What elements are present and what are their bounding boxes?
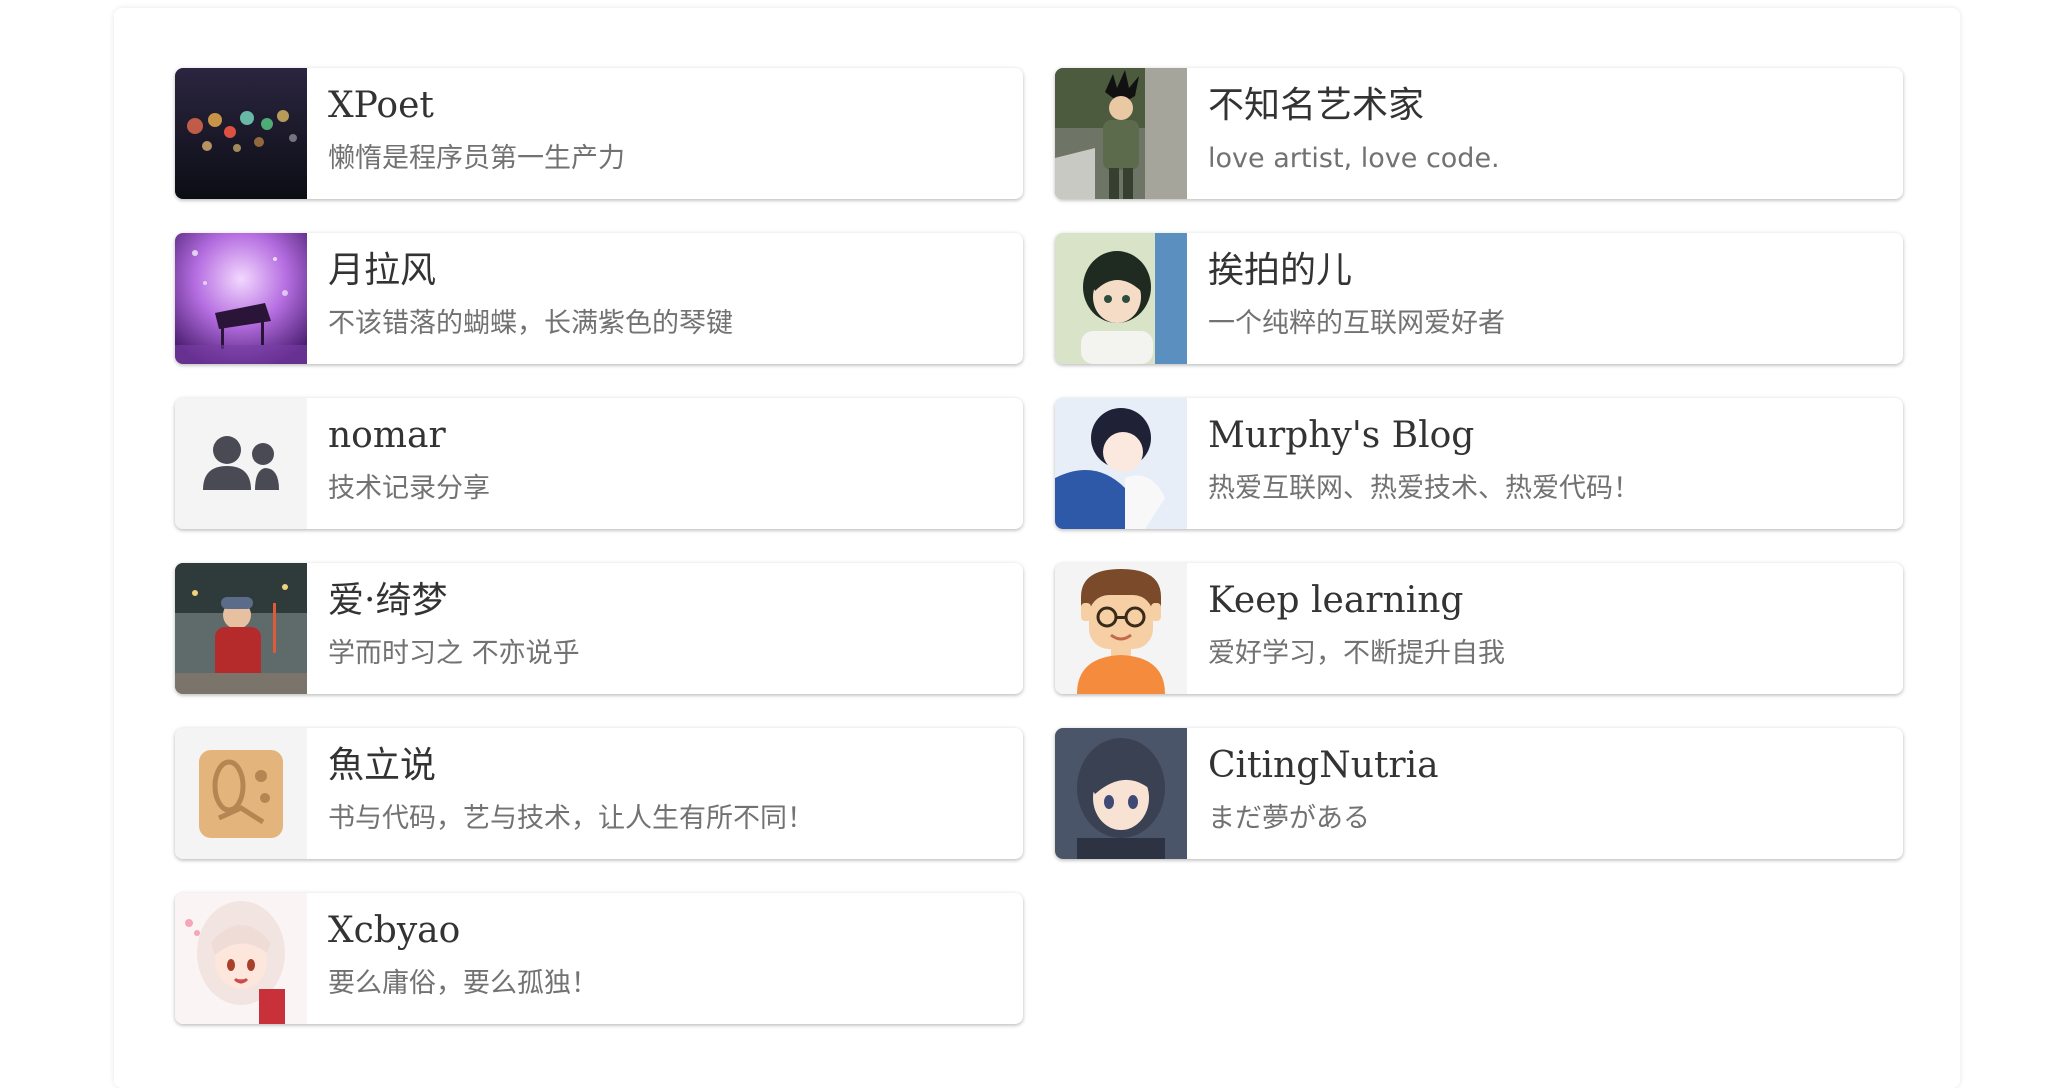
friend-description: 学而时习之 不亦说乎	[328, 638, 580, 669]
friend-link-card[interactable]: Murphy's Blog 热爱互联网、热爱技术、热爱代码！	[1055, 398, 1903, 529]
friend-description: 爱好学习，不断提升自我	[1208, 638, 1505, 669]
friend-link-card[interactable]: 魚立说 书与代码，艺与技术，让人生有所不同！	[175, 728, 1023, 859]
friend-description: 一个纯粹的互联网爱好者	[1208, 308, 1505, 339]
friend-description: 热爱互联网、热爱技术、热爱代码！	[1208, 473, 1640, 504]
anime-girl-avatar	[1055, 728, 1187, 859]
users-icon	[175, 398, 307, 529]
friend-description: 要么庸俗，要么孤独！	[328, 968, 598, 999]
friend-name: nomar	[328, 415, 446, 456]
friend-name: 挨拍的儿	[1208, 250, 1353, 291]
friend-name: 月拉风	[328, 250, 437, 291]
friend-name: 不知名艺术家	[1208, 85, 1425, 126]
friend-link-card[interactable]: CitingNutria まだ夢がある	[1055, 728, 1903, 859]
friend-description: love artist, love code.	[1208, 143, 1500, 174]
fish-seal-avatar	[175, 728, 307, 859]
friend-link-card[interactable]: Keep learning 爱好学习，不断提升自我	[1055, 563, 1903, 694]
bokeh-lights-avatar	[175, 68, 307, 199]
glasses-boy-avatar	[1055, 563, 1187, 694]
friend-description: 不该错落的蝴蝶，长满紫色的琴键	[328, 308, 733, 339]
child-photo-avatar	[175, 563, 307, 694]
purple-piano-avatar	[175, 233, 307, 364]
friend-description: 技术记录分享	[328, 473, 490, 504]
friend-name: Keep learning	[1208, 580, 1464, 621]
anime-boy-avatar	[1055, 233, 1187, 364]
friend-description: まだ夢がある	[1208, 803, 1370, 834]
friend-name: Xcbyao	[328, 910, 461, 951]
friend-description: 书与代码，艺与技术，让人生有所不同！	[328, 803, 814, 834]
goku-avatar	[1055, 68, 1187, 199]
friend-link-card[interactable]: XPoet 懒惰是程序员第一生产力	[175, 68, 1023, 199]
friend-description: 懒惰是程序员第一生产力	[328, 143, 625, 174]
friend-name: 爱·绮梦	[328, 580, 448, 621]
friend-link-card[interactable]: nomar 技术记录分享	[175, 398, 1023, 529]
friend-link-card[interactable]: 不知名艺术家 love artist, love code.	[1055, 68, 1903, 199]
friend-link-card[interactable]: 爱·绮梦 学而时习之 不亦说乎	[175, 563, 1023, 694]
friend-link-card[interactable]: 挨拍的儿 一个纯粹的互联网爱好者	[1055, 233, 1903, 364]
friend-link-card[interactable]: Xcbyao 要么庸俗，要么孤独！	[175, 893, 1023, 1024]
friend-link-card[interactable]: 月拉风 不该错落的蝴蝶，长满紫色的琴键	[175, 233, 1023, 364]
friend-name: Murphy's Blog	[1208, 415, 1475, 456]
friend-name: 魚立说	[328, 745, 437, 786]
friend-name: CitingNutria	[1208, 745, 1439, 786]
anime-white-hair-avatar	[175, 893, 307, 1024]
anime-sleeping-avatar	[1055, 398, 1187, 529]
friend-name: XPoet	[328, 85, 434, 126]
